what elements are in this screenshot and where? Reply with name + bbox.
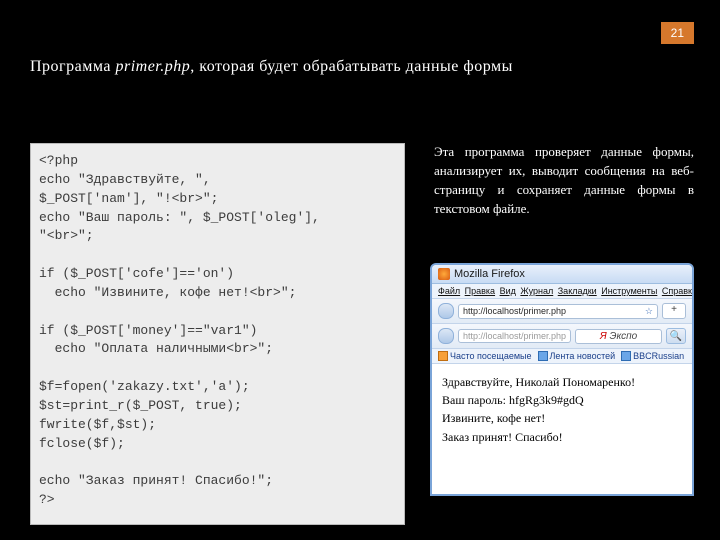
firefox-searchbar-row: http://localhost/primer.php Я Экспо 🔍 (432, 324, 692, 349)
search-go-button[interactable]: 🔍 (666, 328, 686, 344)
firefox-window: Mozilla Firefox Файл Правка Вид Журнал З… (430, 263, 694, 496)
url-secondary-text: http://localhost/primer.php (463, 331, 566, 341)
firefox-navbar: http://localhost/primer.php ☆ + (432, 299, 692, 324)
firefox-titlebar: Mozilla Firefox (432, 265, 692, 284)
search-engine-box[interactable]: Я Экспо (575, 329, 662, 344)
bookmark-star-icon[interactable]: ☆ (645, 306, 653, 317)
menu-file[interactable]: Файл (438, 286, 460, 296)
firefox-page-content: Здравствуйте, Николай Пономаренко! Ваш п… (432, 364, 692, 494)
menu-view[interactable]: Вид (500, 286, 516, 296)
output-line: Заказ принят! Спасибо! (442, 429, 682, 445)
php-code-block: <?php echo "Здравствуйте, ", $_POST['nam… (30, 143, 405, 525)
menu-tools[interactable]: Инструменты (601, 286, 657, 296)
nav-forward-button[interactable] (438, 328, 454, 344)
firefox-title-text: Mozilla Firefox (454, 268, 525, 280)
menu-history[interactable]: Журнал (520, 286, 553, 296)
url-bar-secondary[interactable]: http://localhost/primer.php (458, 329, 571, 343)
firefox-logo-icon (438, 268, 450, 280)
output-line: Ваш пароль: hfgRg3k9#gdQ (442, 392, 682, 408)
firefox-bookmarks-bar: Часто посещаемые Лента новостей BBCRussi… (432, 349, 692, 364)
menu-help[interactable]: Справка (662, 286, 694, 296)
output-line: Здравствуйте, Николай Пономаренко! (442, 374, 682, 390)
url-bar[interactable]: http://localhost/primer.php ☆ (458, 304, 658, 319)
description-text: Эта программа проверяет данные формы, ан… (434, 143, 694, 218)
url-text: http://localhost/primer.php (463, 306, 566, 316)
nav-back-button[interactable] (438, 303, 454, 319)
bookmark-bbc[interactable]: BBCRussian (621, 351, 684, 361)
menu-bookmarks[interactable]: Закладки (558, 286, 597, 296)
page-number-badge: 21 (661, 22, 694, 44)
output-line: Извините, кофе нет! (442, 410, 682, 426)
heading: Программа primer.php, которая будет обра… (30, 58, 513, 76)
bookmark-frequent[interactable]: Часто посещаемые (438, 351, 532, 361)
heading-after: , которая будет обрабатывать данные форм… (190, 58, 513, 75)
heading-filename: primer.php (115, 58, 190, 75)
firefox-menubar: Файл Правка Вид Журнал Закладки Инструме… (432, 284, 692, 299)
menu-edit[interactable]: Правка (465, 286, 495, 296)
bookmark-news[interactable]: Лента новостей (538, 351, 616, 361)
new-tab-button[interactable]: + (662, 303, 686, 319)
heading-before: Программа (30, 58, 115, 75)
